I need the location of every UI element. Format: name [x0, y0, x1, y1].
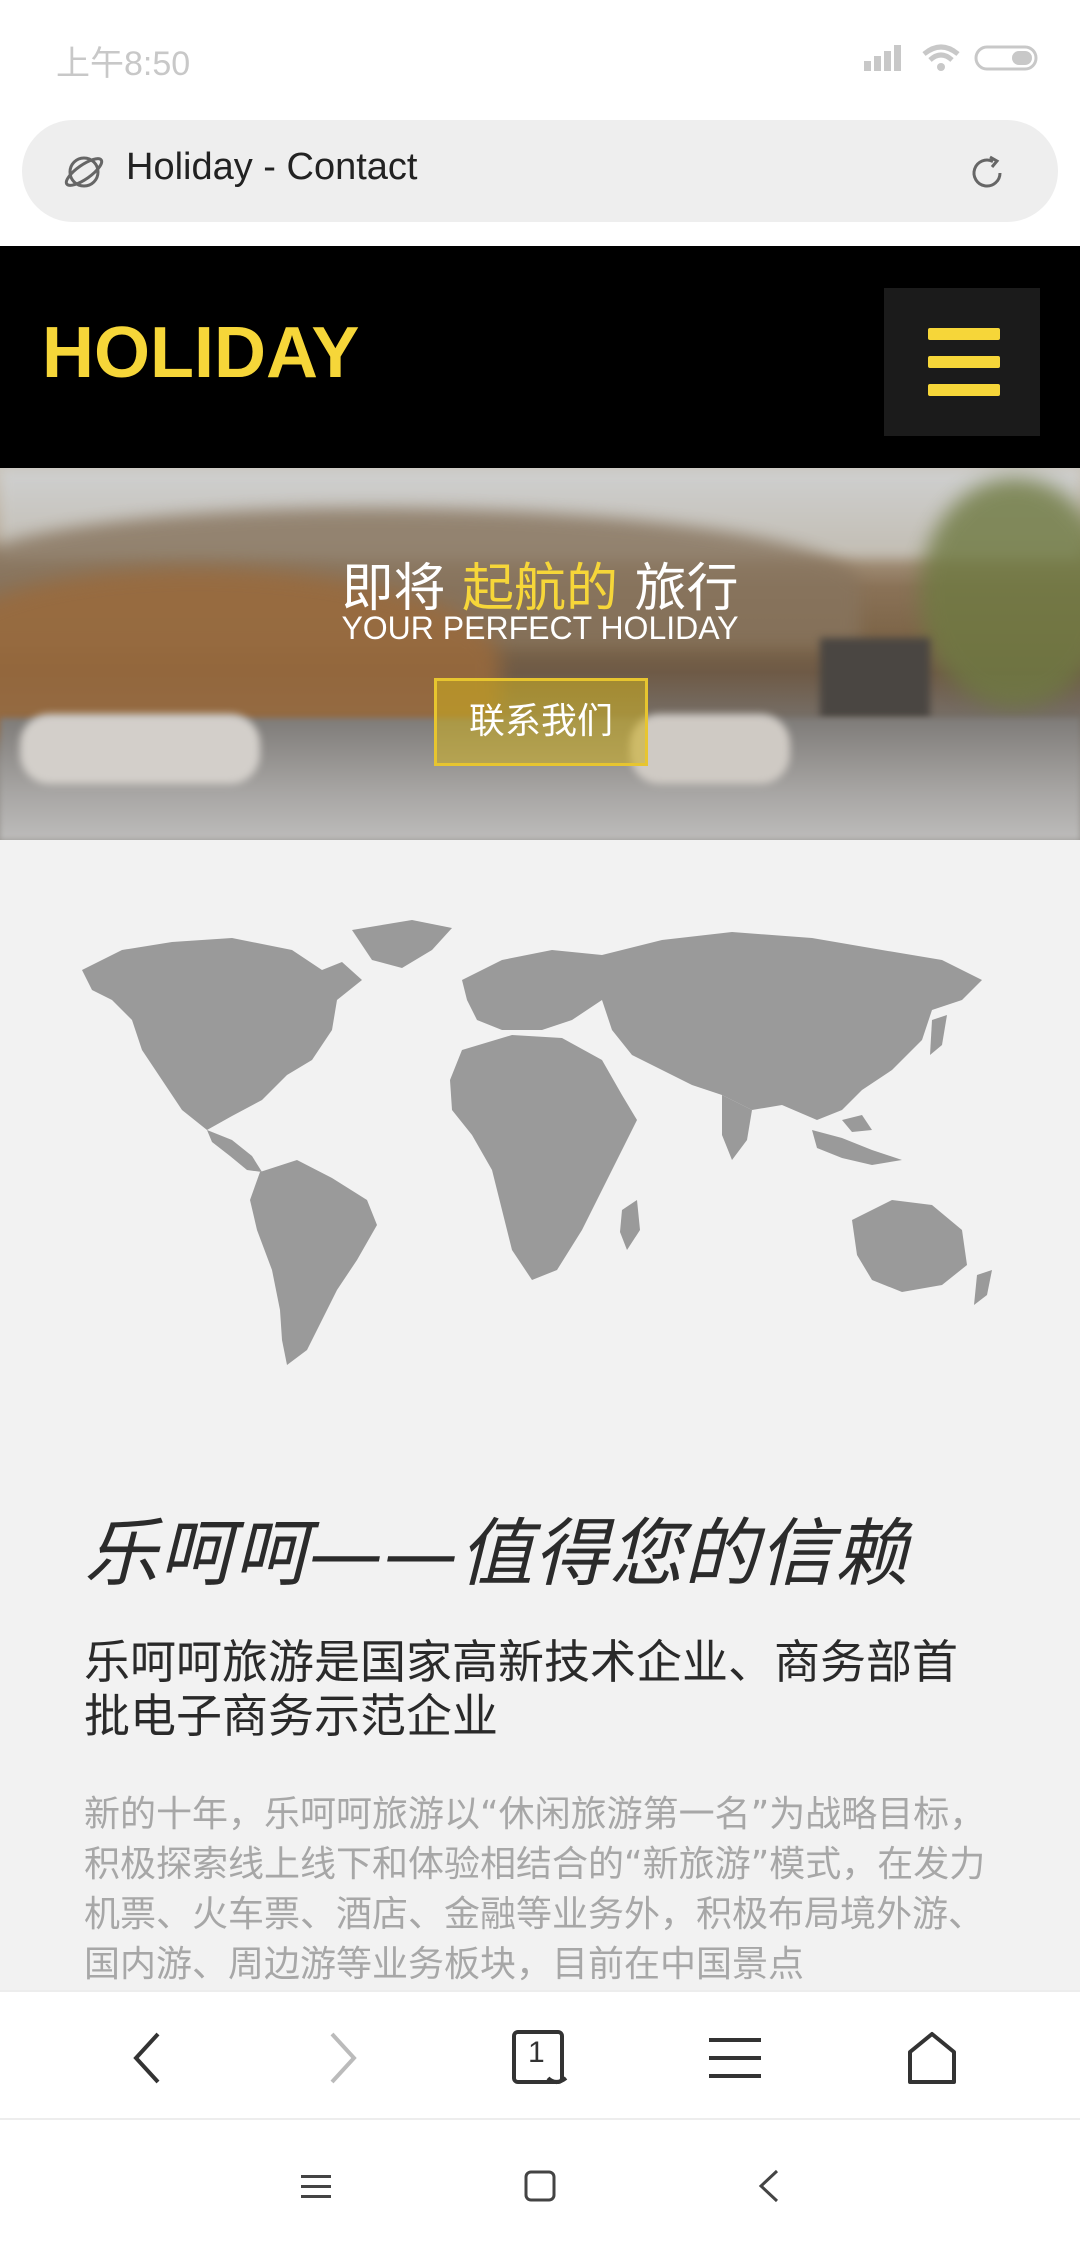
signal-icon — [864, 45, 901, 71]
system-home-button[interactable] — [510, 2156, 570, 2216]
browser-toolbar: 1 — [0, 1990, 1080, 2120]
body-paragraph: 新的十年，乐呵呵旅游以“休闲旅游第一名”为战略目标，积极探索线上线下和体验相结合… — [84, 1794, 986, 1985]
hamburger-menu-button[interactable] — [884, 288, 1040, 436]
hero-banner: 即将 起航的 旅行 YOUR PERFECT HOLIDAY 联系我们 — [0, 468, 1080, 840]
recents-button[interactable] — [286, 2156, 346, 2216]
recents-icon — [301, 2175, 331, 2198]
back-icon — [133, 2032, 160, 2084]
world-map-icon — [82, 920, 992, 1365]
reload-icon[interactable] — [966, 152, 1008, 194]
tabs-button[interactable]: 1 — [500, 2018, 580, 2098]
back-button[interactable] — [108, 2018, 188, 2098]
menu-icon — [709, 2038, 761, 2078]
sub-heading: 乐呵呵旅游是国家高新技术企业、商务部首批电子商务示范企业 — [84, 1635, 958, 1743]
battery-icon — [974, 45, 1038, 71]
browser-screen: 上午8:50 Holiday - Contact HOLIDAY 即将 起航的 … — [0, 0, 1080, 2248]
back-triangle-icon — [758, 2169, 779, 2203]
system-navigation-bar — [0, 2120, 1080, 2248]
status-time: 上午8:50 — [56, 45, 191, 83]
site-logo[interactable]: HOLIDAY — [42, 312, 359, 394]
forward-icon — [330, 2032, 357, 2084]
home-button[interactable] — [892, 2018, 972, 2098]
status-bar: 上午8:50 — [0, 0, 1080, 120]
page-title[interactable]: Holiday - Contact — [126, 146, 417, 189]
site-header: HOLIDAY — [0, 246, 1080, 468]
system-back-button[interactable] — [738, 2156, 798, 2216]
address-bar[interactable]: Holiday - Contact — [22, 120, 1058, 222]
main-heading: 乐呵呵——值得您的信赖 — [84, 1511, 909, 1597]
tab-count: 1 — [528, 2036, 545, 2069]
content-section: 乐呵呵——值得您的信赖 乐呵呵旅游是国家高新技术企业、商务部首批电子商务示范企业… — [0, 840, 1080, 1990]
status-icons — [864, 42, 1040, 74]
home-icon — [908, 2032, 956, 2084]
forward-button[interactable] — [302, 2018, 382, 2098]
planet-icon — [64, 156, 104, 188]
menu-button[interactable] — [695, 2018, 775, 2098]
hero-subtitle: YOUR PERFECT HOLIDAY — [341, 610, 739, 646]
contact-us-button[interactable]: 联系我们 — [434, 678, 648, 766]
home-square-icon — [524, 2170, 556, 2202]
wifi-icon — [922, 44, 960, 71]
